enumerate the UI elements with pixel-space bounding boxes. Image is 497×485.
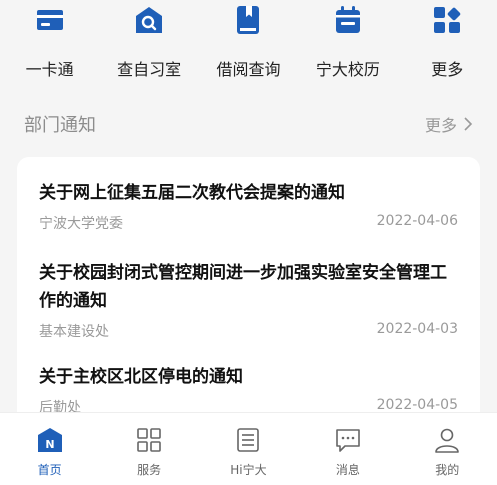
notices-list: 关于网上征集五届二次教代会提案的通知 宁波大学党委 2022-04-06 关于校… [17, 157, 480, 427]
notice-title: 关于网上征集五届二次教代会提案的通知 [39, 183, 345, 203]
apps-icon [434, 7, 461, 33]
user-icon [435, 428, 460, 453]
quick-item-more[interactable]: 更多 [402, 0, 492, 80]
quick-item-label: 查自习室 [117, 60, 182, 79]
notice-item[interactable]: 关于校园封闭式管控期间进一步加强实验室安全管理工作的通知 基本建设处 2022-… [17, 259, 480, 341]
quick-item-calendar[interactable]: 宁大校历 [303, 0, 393, 80]
chevron-right-icon [464, 117, 473, 131]
notice-title: 关于校园封闭式管控期间进一步加强实验室安全管理工作的通知 [39, 263, 447, 311]
section-title: 部门通知 [24, 115, 96, 136]
list-icon [237, 428, 260, 452]
more-label: 更多 [424, 116, 457, 135]
quick-access-bar: 一卡通 查自习室 借阅查询 宁大校历 更多 [0, 0, 497, 92]
tab-profile[interactable]: 我的 [407, 413, 487, 478]
book-icon [237, 6, 260, 34]
quick-item-label: 借阅查询 [216, 60, 281, 79]
notice-item[interactable]: 关于网上征集五届二次教代会提案的通知 宁波大学党委 2022-04-06 [17, 179, 480, 233]
grid-icon [137, 428, 161, 452]
tab-label: 消息 [335, 463, 360, 477]
notices-section-header: 部门通知 更多 [24, 110, 473, 138]
notice-item[interactable]: 关于主校区北区停电的通知 后勤处 2022-04-05 [17, 363, 480, 417]
home-icon: N [37, 428, 62, 452]
quick-item-label: 一卡通 [25, 60, 74, 79]
more-notices-link[interactable]: 更多 [425, 112, 473, 136]
quick-item-study-room[interactable]: 查自习室 [104, 0, 194, 80]
notice-date: 2022-04-03 [376, 321, 458, 337]
svg-text:N: N [45, 438, 54, 451]
message-icon [336, 429, 360, 452]
tab-label: Hi宁大 [230, 463, 267, 477]
quick-item-library[interactable]: 借阅查询 [203, 0, 293, 80]
bottom-tab-bar: N 首页 服务 Hi宁大 消息 我的 [0, 412, 497, 485]
tab-label: 服务 [137, 463, 162, 477]
quick-item-campus-card[interactable]: 一卡通 [5, 0, 95, 80]
tab-hi-nbu[interactable]: Hi宁大 [208, 413, 288, 478]
notice-department: 基本建设处 [39, 324, 109, 340]
notice-department: 宁波大学党委 [39, 216, 123, 232]
tab-services[interactable]: 服务 [109, 413, 189, 478]
room-search-icon [136, 7, 163, 33]
tab-label: 我的 [435, 463, 460, 477]
tab-label: 首页 [37, 463, 62, 477]
calendar-icon [335, 6, 360, 33]
tab-home[interactable]: N 首页 [10, 413, 90, 478]
quick-item-label: 宁大校历 [315, 60, 380, 79]
card-icon [36, 10, 63, 30]
tab-messages[interactable]: 消息 [308, 413, 388, 478]
notice-date: 2022-04-06 [376, 213, 458, 229]
quick-item-label: 更多 [431, 60, 464, 79]
notice-title: 关于主校区北区停电的通知 [39, 367, 243, 387]
